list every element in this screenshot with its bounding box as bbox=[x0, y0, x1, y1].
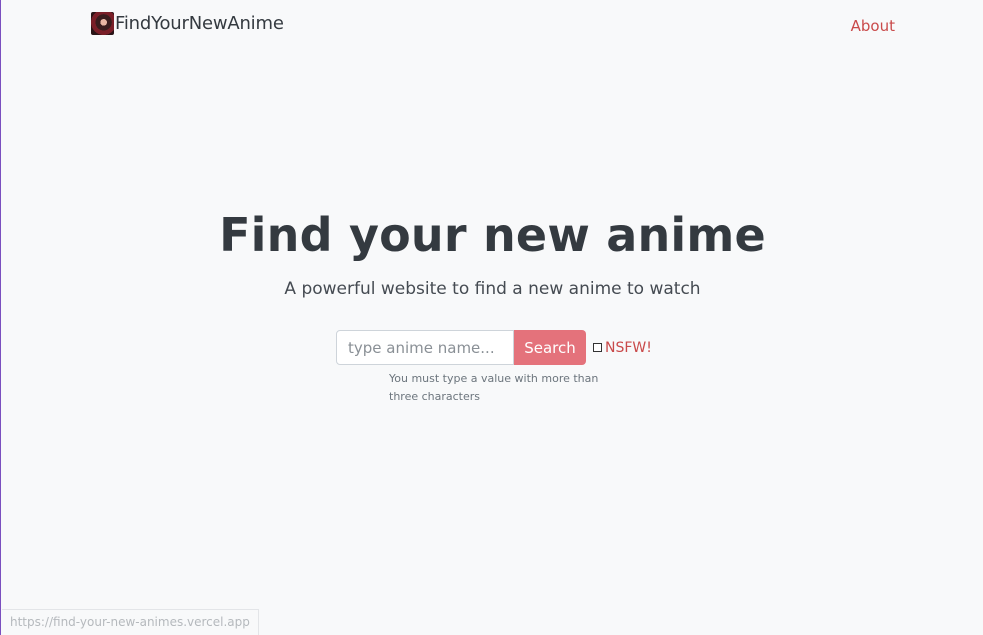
page-title: Find your new anime bbox=[219, 208, 766, 262]
page-subtitle: A powerful website to find a new anime t… bbox=[284, 279, 701, 299]
anime-character-logo-icon bbox=[91, 12, 114, 35]
navbar: FindYourNewAnime About bbox=[1, 0, 983, 52]
about-link[interactable]: About bbox=[851, 17, 895, 35]
nsfw-checkbox[interactable] bbox=[593, 343, 602, 352]
search-button[interactable]: Search bbox=[514, 330, 586, 365]
brand-link[interactable]: FindYourNewAnime bbox=[91, 12, 284, 35]
nsfw-label: NSFW! bbox=[605, 339, 652, 356]
search-form: Search NSFW! bbox=[336, 330, 652, 365]
search-help-text: You must type a value with more than thr… bbox=[389, 372, 599, 403]
brand-title: FindYourNewAnime bbox=[115, 13, 284, 34]
page: FindYourNewAnime About Find your new ani… bbox=[0, 0, 983, 635]
nsfw-toggle[interactable]: NSFW! bbox=[593, 340, 652, 356]
search-input[interactable] bbox=[336, 330, 514, 365]
status-bar-url: https://find-your-new-animes.vercel.app bbox=[2, 609, 259, 635]
